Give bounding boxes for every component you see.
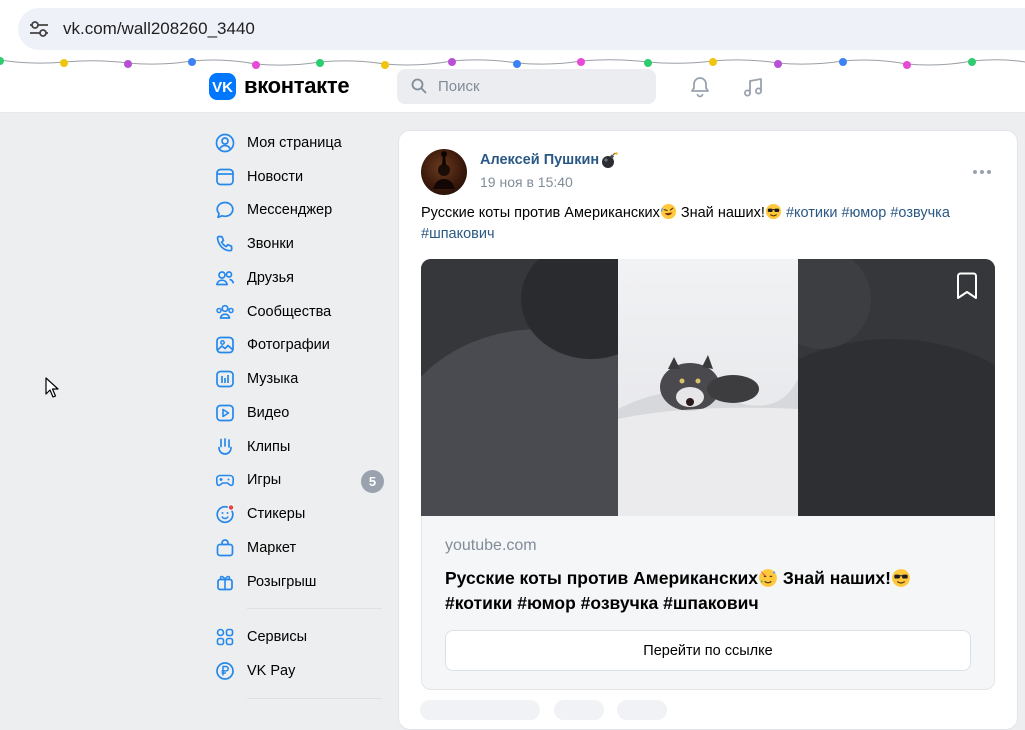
sidebar-item-market[interactable]: Маркет: [210, 533, 385, 563]
open-link-button[interactable]: Перейти по ссылке: [445, 630, 971, 671]
search-placeholder[interactable]: Поиск: [438, 78, 480, 95]
video-frame: [618, 259, 798, 516]
url-text[interactable]: vk.com/wall208260_3440: [63, 19, 255, 39]
sidebar-item-label: Друзья: [247, 270, 295, 286]
link-title-main: Русские коты против Американских: [445, 568, 758, 588]
sidebar-item-label: Сообщества: [247, 304, 332, 320]
video-thumbnail[interactable]: [421, 259, 995, 516]
search-input[interactable]: [397, 69, 656, 104]
clips-icon: [213, 435, 237, 459]
sidebar-item-label: Игры: [247, 472, 282, 488]
market-bag-icon: [213, 536, 237, 560]
sticker-icon: [213, 502, 237, 526]
friends-icon: [213, 266, 237, 290]
chat-bubble-icon: [213, 198, 237, 222]
link-domain[interactable]: youtube.com: [445, 537, 537, 555]
sidebar-item-stickers[interactable]: Стикеры: [210, 499, 385, 529]
sidebar-item-label: Новости: [247, 169, 304, 185]
sidebar-item-label: Моя страница: [247, 135, 342, 151]
sidebar-item-label: Стикеры: [247, 506, 306, 522]
sidebar-item-label: Видео: [247, 405, 290, 421]
sidebar-item-label: Музыка: [247, 371, 299, 387]
gift-icon: [213, 570, 237, 594]
comment-button[interactable]: [554, 700, 604, 720]
ruble-icon: [213, 659, 237, 683]
author-name[interactable]: Алексей Пушкин: [480, 152, 599, 168]
sidebar-item-calls[interactable]: Звонки: [210, 229, 385, 259]
sidebar-item-label: Звонки: [247, 236, 294, 252]
phone-icon: [213, 232, 237, 256]
bomb-icon: [602, 152, 618, 168]
more-options-icon[interactable]: [972, 169, 992, 175]
sidebar-item-communities[interactable]: Сообщества: [210, 297, 385, 327]
mouse-cursor-icon: [45, 377, 59, 398]
sidebar-item-video[interactable]: Видео: [210, 398, 385, 428]
games-count-badge: 5: [361, 470, 384, 493]
rofl-emoji-icon: [660, 203, 676, 220]
sidebar-divider: [247, 608, 382, 609]
post-text-mid: Знай наших!: [676, 205, 765, 221]
sidebar-item-label: Фотографии: [247, 337, 330, 353]
post-hashtags[interactable]: #котики #юмор #озвучка: [786, 205, 950, 221]
tune-icon[interactable]: [28, 20, 50, 38]
sidebar-item-label: VK Pay: [247, 663, 296, 679]
post-text-main: Русские коты против Американских: [421, 205, 660, 221]
sunglasses-emoji-icon: [892, 569, 910, 587]
sidebar-item-label: Сервисы: [247, 629, 308, 645]
sidebar-item-vk-pay[interactable]: VK Pay: [210, 656, 385, 686]
services-grid-icon: [213, 625, 237, 649]
sidebar-divider: [247, 698, 382, 699]
search-icon: [411, 78, 427, 94]
sidebar-item-label: Розыгрыш: [247, 574, 317, 590]
sidebar-item-giveaway[interactable]: Розыгрыш: [210, 567, 385, 597]
video-icon: [213, 401, 237, 425]
svg-text:VK: VK: [212, 79, 233, 96]
communities-icon: [213, 300, 237, 324]
link-title-mid: Знай наших!: [777, 568, 891, 588]
sidebar-item-services[interactable]: Сервисы: [210, 622, 385, 652]
sidebar-item-news[interactable]: Новости: [210, 162, 385, 192]
share-button[interactable]: [617, 700, 667, 720]
bookmark-icon[interactable]: [954, 272, 980, 300]
cat-in-snow-image: [618, 355, 798, 516]
music-icon: [213, 367, 237, 391]
sidebar-item-label: Клипы: [247, 439, 291, 455]
bell-icon[interactable]: [688, 75, 712, 99]
post-text: Русские коты против Американских Знай на…: [421, 203, 1001, 245]
post-hashtag-last[interactable]: #шпакович: [421, 226, 495, 242]
sidebar-item-photos[interactable]: Фотографии: [210, 330, 385, 360]
vk-logo-icon[interactable]: VK: [209, 73, 236, 100]
logo-text[interactable]: вконтакте: [244, 73, 350, 99]
like-button[interactable]: [420, 700, 540, 720]
post-date[interactable]: 19 ноя в 15:40: [480, 174, 573, 190]
browser-toolbar: vk.com/wall208260_3440: [0, 0, 1025, 58]
music-note-icon[interactable]: [741, 75, 765, 99]
sidebar-item-clips[interactable]: Клипы: [210, 432, 385, 462]
sidebar-item-label: Мессенджер: [247, 202, 333, 218]
sidebar-item-friends[interactable]: Друзья: [210, 263, 385, 293]
link-title-hashtags: #котики #юмор #озвучка #шпакович: [445, 593, 759, 613]
sidebar-item-messenger[interactable]: Мессенджер: [210, 195, 385, 225]
sidebar-item-games[interactable]: Игры: [210, 465, 385, 495]
photo-icon: [213, 333, 237, 357]
news-icon: [213, 165, 237, 189]
user-circle-icon: [213, 131, 237, 155]
sunglasses-emoji-icon: [765, 203, 781, 220]
sidebar-item-label: Маркет: [247, 540, 297, 556]
avatar[interactable]: [421, 149, 467, 195]
sidebar-item-music[interactable]: Музыка: [210, 364, 385, 394]
sidebar-item-my-page[interactable]: Моя страница: [210, 128, 385, 158]
link-title[interactable]: Русские коты против Американских Знай на…: [445, 566, 975, 616]
partying-face-emoji-icon: [759, 569, 777, 587]
gamepad-icon: [213, 468, 237, 492]
